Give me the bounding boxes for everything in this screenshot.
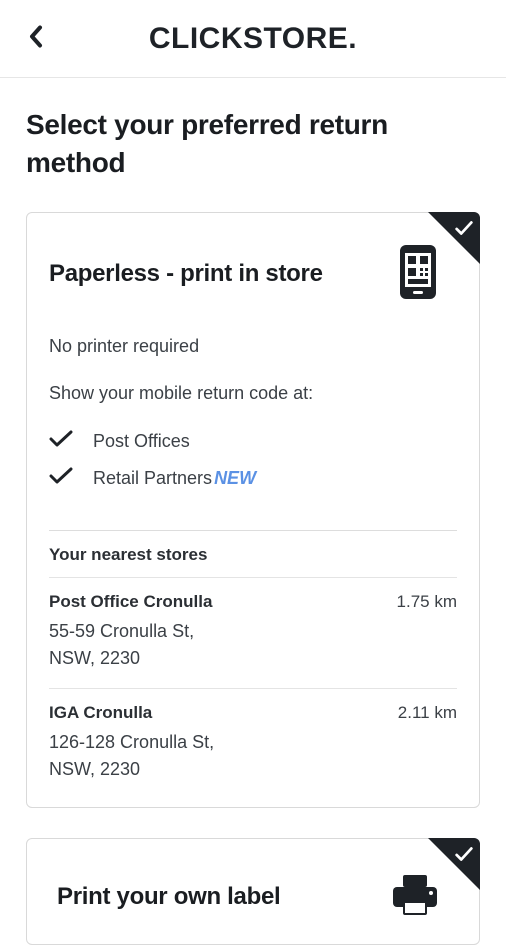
app-header: CLICKSTORE. bbox=[0, 0, 506, 78]
check-icon bbox=[49, 430, 73, 453]
list-item-label: Post Offices bbox=[93, 431, 190, 452]
store-name: Post Office Cronulla bbox=[49, 592, 212, 612]
chevron-left-icon bbox=[28, 24, 44, 48]
brand-logo: CLICKSTORE. bbox=[149, 22, 357, 56]
return-method-paperless-card[interactable]: Paperless - print in store No printer bbox=[26, 212, 480, 808]
nearest-stores-heading: Your nearest stores bbox=[49, 531, 457, 578]
list-item-label: Retail Partners bbox=[93, 468, 212, 489]
list-item: Post Offices bbox=[49, 430, 457, 453]
store-name: IGA Cronulla bbox=[49, 703, 214, 723]
card-header: Print your own label bbox=[57, 875, 457, 920]
list-item: Retail Partners NEW bbox=[49, 467, 457, 490]
card-header: Paperless - print in store bbox=[49, 243, 457, 306]
selected-check-icon bbox=[453, 843, 475, 870]
store-address-line: 55-59 Cronulla St, bbox=[49, 618, 212, 645]
nearest-stores-section: Your nearest stores Post Office Cronulla… bbox=[49, 530, 457, 783]
back-button[interactable] bbox=[28, 24, 44, 53]
card-sub-show-code: Show your mobile return code at: bbox=[49, 383, 457, 404]
page-title: Select your preferred return method bbox=[26, 106, 480, 182]
return-method-print-label-card[interactable]: Print your own label bbox=[26, 838, 480, 945]
drop-off-list: Post Offices Retail Partners NEW bbox=[49, 430, 457, 490]
selected-check-icon bbox=[453, 217, 475, 244]
store-address-line: 126-128 Cronulla St, bbox=[49, 729, 214, 756]
store-row: Post Office Cronulla 55-59 Cronulla St, … bbox=[49, 578, 457, 689]
card-title: Paperless - print in store bbox=[49, 260, 323, 288]
store-distance: 2.11 km bbox=[398, 703, 457, 723]
new-badge: NEW bbox=[214, 468, 256, 489]
store-distance: 1.75 km bbox=[397, 592, 457, 612]
store-row: IGA Cronulla 126-128 Cronulla St, NSW, 2… bbox=[49, 689, 457, 783]
card-sub-no-printer: No printer required bbox=[49, 336, 457, 357]
store-address-line: NSW, 2230 bbox=[49, 756, 214, 783]
main-content: Select your preferred return method Pape… bbox=[0, 78, 506, 945]
store-address-line: NSW, 2230 bbox=[49, 645, 212, 672]
check-icon bbox=[49, 467, 73, 490]
card-title: Print your own label bbox=[57, 883, 280, 911]
